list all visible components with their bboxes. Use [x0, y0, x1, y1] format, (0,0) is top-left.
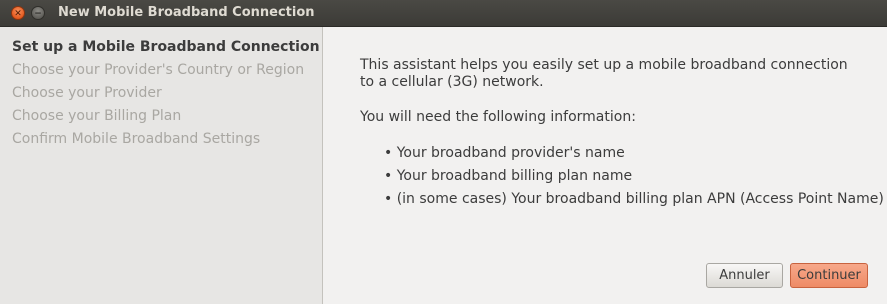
continue-button[interactable]: Continuer: [790, 263, 868, 288]
list-item: • Your broadband billing plan name: [384, 168, 633, 184]
intro-text: This assistant helps you easily set up a…: [360, 57, 848, 90]
requirements-heading: You will need the following information:: [360, 109, 636, 125]
window-title: New Mobile Broadband Connection: [58, 5, 315, 20]
assistant-content: This assistant helps you easily set up a…: [324, 27, 887, 304]
cancel-button[interactable]: Annuler: [706, 263, 783, 288]
titlebar[interactable]: ✕ − New Mobile Broadband Connection: [0, 0, 887, 27]
step-country-region: Choose your Provider's Country or Region: [12, 62, 305, 78]
step-billing-plan: Choose your Billing Plan: [12, 108, 182, 124]
step-setup: Set up a Mobile Broadband Connection: [12, 39, 320, 55]
step-confirm-settings: Confirm Mobile Broadband Settings: [12, 131, 261, 147]
list-item: • Your broadband provider's name: [384, 145, 625, 161]
step-provider: Choose your Provider: [12, 85, 162, 101]
dialog-window: ✕ − New Mobile Broadband Connection Set …: [0, 0, 887, 304]
close-icon[interactable]: ✕: [11, 6, 25, 20]
steps-sidebar: Set up a Mobile Broadband Connection Cho…: [0, 27, 323, 304]
minimize-icon[interactable]: −: [31, 6, 45, 20]
list-item: • (in some cases) Your broadband billing…: [384, 191, 884, 207]
